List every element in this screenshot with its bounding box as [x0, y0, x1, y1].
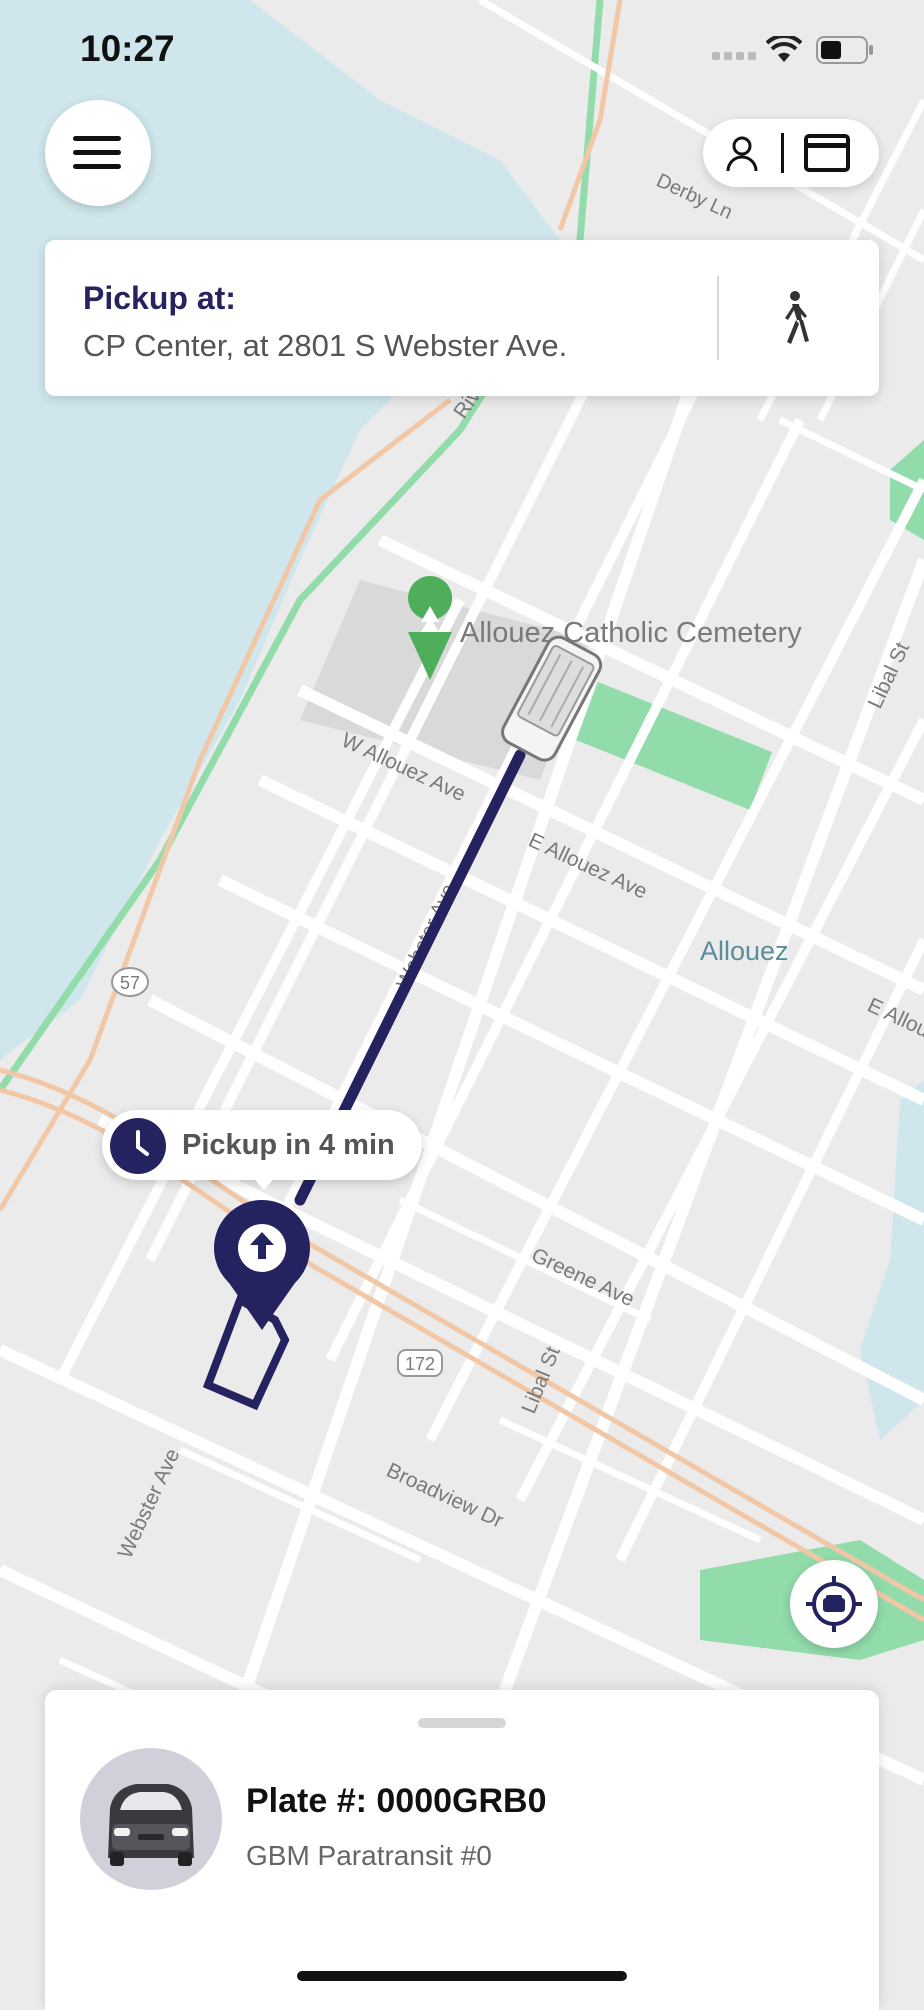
- pickup-address: CP Center, at 2801 S Webster Ave.: [83, 328, 568, 363]
- vehicle-locate-icon: [806, 1576, 862, 1632]
- eta-bubble: Pickup in 4 min: [102, 1110, 422, 1190]
- battery-icon: [816, 36, 873, 64]
- status-bar: 10:27: [0, 0, 924, 100]
- highway-shield-57: 57: [111, 967, 149, 997]
- vehicle-name: GBM Paratransit #0: [246, 1840, 492, 1871]
- walking-directions-button[interactable]: [735, 268, 855, 368]
- walking-person-icon: [785, 291, 809, 344]
- eta-label: Pickup in 4 min: [182, 1129, 395, 1161]
- home-indicator[interactable]: [297, 1971, 627, 1981]
- menu-button[interactable]: [45, 100, 151, 206]
- sheet-grabber[interactable]: [418, 1718, 506, 1728]
- hamburger-menu-icon: [73, 136, 121, 169]
- status-time: 10:27: [80, 28, 175, 69]
- neighborhood-label: Allouez: [700, 936, 789, 966]
- pickup-location-card[interactable]: Pickup at: CP Center, at 2801 S Webster …: [45, 240, 879, 396]
- svg-text:172: 172: [405, 1354, 435, 1374]
- recenter-vehicle-button[interactable]: [790, 1560, 878, 1648]
- pickup-title: Pickup at:: [83, 280, 236, 316]
- account-wallet-pill: [703, 119, 879, 187]
- highway-shield-172: 172: [397, 1349, 443, 1377]
- card-icon[interactable]: [803, 133, 851, 173]
- vehicle-info-sheet[interactable]: Plate #: 0000GRB0 GBM Paratransit #0: [45, 1690, 879, 2010]
- clock-icon: [110, 1118, 166, 1174]
- cemetery-label: Allouez Catholic Cemetery: [460, 617, 802, 649]
- person-icon[interactable]: [725, 135, 759, 173]
- plate-number: Plate #: 0000GRB0: [246, 1782, 547, 1820]
- pill-divider: [781, 133, 784, 173]
- eta-bubble-tail: [252, 1176, 276, 1190]
- vehicle-avatar: [80, 1748, 222, 1890]
- signal-icon: [712, 52, 756, 60]
- svg-text:57: 57: [120, 973, 140, 993]
- minivan-icon: [108, 1784, 194, 1866]
- card-divider: [717, 276, 719, 360]
- wifi-icon: [766, 36, 802, 62]
